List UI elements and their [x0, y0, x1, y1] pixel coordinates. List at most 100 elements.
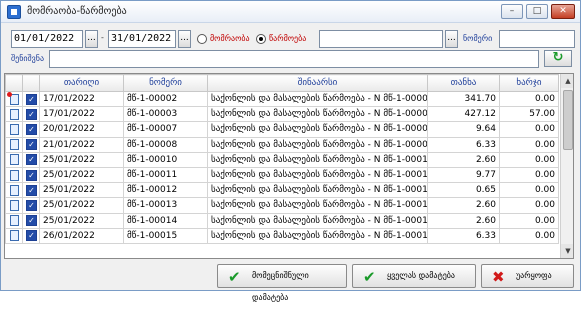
table-row[interactable]: ✓ 25/01/2022 მწ-1-00014 საქონლის და მასალებ… [5, 212, 559, 229]
document-icon [9, 199, 19, 211]
date-cell: 25/01/2022 [39, 212, 124, 229]
date-from-field[interactable]: 01/01/2022 [11, 30, 83, 48]
row-icon-cell [5, 227, 23, 244]
refresh-button[interactable]: ↻ [544, 50, 572, 67]
table-row[interactable]: ✓ 17/01/2022 მწ-1-00003 საქონლის და მასალებ… [5, 106, 559, 123]
content-cell: საქონლის და მასალების წარმოება - N მწ-1-… [207, 182, 428, 199]
table-row[interactable]: ✓ 21/01/2022 მწ-1-00008 საქონლის და მასალებ… [5, 136, 559, 153]
scroll-up-arrow-icon[interactable]: ▲ [561, 74, 573, 88]
production-picker-button[interactable]: ... [445, 30, 458, 48]
date-from-picker-button[interactable]: ... [85, 30, 98, 48]
content-cell: საქონლის და მასალების წარმოება - N მწ-1-… [207, 151, 428, 168]
scroll-thumb[interactable] [563, 90, 573, 150]
row-checkbox[interactable]: ✓ [26, 199, 37, 211]
cancel-button[interactable]: ✖ უარყოფა [481, 264, 574, 288]
content-cell: საქონლის და მასალების წარმოება - N მწ-1-… [207, 197, 428, 214]
scroll-down-arrow-icon[interactable]: ▼ [561, 244, 573, 258]
date-cell: 26/01/2022 [39, 227, 124, 244]
maximize-button[interactable]: □ [526, 4, 548, 19]
table-row[interactable]: ✓ 17/01/2022 მწ-1-00002 საქონლის და მასალებ… [5, 90, 559, 108]
number-cell: მწ-1-00015 [123, 227, 208, 244]
row-check-cell[interactable]: ✓ [22, 151, 40, 168]
content-cell: საქონლის და მასალების წარმოება - N მწ-1-… [207, 136, 428, 153]
cost-cell: 0.00 [499, 166, 559, 184]
add-marked-button[interactable]: ✔ მომეცნიშნული დამატება [217, 264, 347, 302]
table-row[interactable]: ✓ 25/01/2022 მწ-1-00011 საქონლის და მასალებ… [5, 166, 559, 184]
content-column-header[interactable]: შინაარსი [207, 74, 428, 92]
app-window: მომრაობა-წარმოება – □ ✕ 01/01/2022 ... -… [0, 0, 581, 302]
document-icon [6, 92, 19, 105]
content-cell: საქონლის და მასალების წარმოება - N მწ-1-… [207, 227, 428, 244]
content-cell: საქონლის და მასალების წარმოება - N მწ-1-… [207, 90, 428, 108]
check-column-header [22, 74, 40, 92]
row-check-cell[interactable]: ✓ [22, 136, 40, 153]
add-all-button[interactable]: ✔ ყველას დამატება [352, 264, 476, 288]
row-checkbox[interactable]: ✓ [26, 123, 37, 135]
production-radio-label: წარმოება [269, 34, 307, 43]
row-checkbox[interactable]: ✓ [26, 108, 37, 120]
cost-cell: 0.00 [499, 227, 559, 244]
add-all-label: ყველას დამატება [387, 271, 455, 280]
amount-cell: 6.33 [427, 136, 500, 153]
date-cell: 25/01/2022 [39, 151, 124, 168]
row-checkbox[interactable]: ✓ [26, 169, 37, 181]
date-to-field[interactable]: 31/01/2022 [108, 30, 176, 48]
number-cell: მწ-1-00007 [123, 121, 208, 138]
date-cell: 25/01/2022 [39, 182, 124, 199]
row-check-cell[interactable]: ✓ [22, 212, 40, 229]
row-checkbox[interactable]: ✓ [26, 215, 37, 227]
documents-table: თარიღი ნომერი შინაარსი თანხა ხარჯი ✓ 17/0… [5, 74, 559, 244]
date-column-header[interactable]: თარიღი [39, 74, 124, 92]
document-icon [9, 184, 19, 196]
cost-cell: 0.00 [499, 121, 559, 138]
amount-cell: 9.77 [427, 166, 500, 184]
number-field[interactable] [499, 30, 575, 48]
document-icon [9, 108, 19, 120]
document-icon [9, 169, 19, 181]
x-icon: ✖ [492, 268, 505, 286]
production-select-field[interactable] [319, 30, 443, 48]
row-checkbox[interactable]: ✓ [26, 93, 37, 105]
row-checkbox[interactable]: ✓ [26, 139, 37, 151]
movement-radio[interactable] [197, 34, 207, 44]
cost-cell: 57.00 [499, 106, 559, 123]
table-row[interactable]: ✓ 26/01/2022 მწ-1-00015 საქონლის და მასალებ… [5, 227, 559, 244]
checkmark-icon: ✔ [228, 268, 241, 286]
row-checkbox[interactable]: ✓ [26, 184, 37, 196]
row-checkbox[interactable]: ✓ [26, 154, 37, 166]
row-check-cell[interactable]: ✓ [22, 182, 40, 199]
amount-cell: 2.60 [427, 197, 500, 214]
date-to-picker-button[interactable]: ... [178, 30, 191, 48]
cost-column-header[interactable]: ხარჯი [499, 74, 559, 92]
row-checkbox[interactable]: ✓ [26, 230, 37, 242]
row-check-cell[interactable]: ✓ [22, 106, 40, 123]
amount-cell: 341.70 [427, 90, 500, 108]
date-cell: 25/01/2022 [39, 166, 124, 184]
row-check-cell[interactable]: ✓ [22, 227, 40, 244]
table-row[interactable]: ✓ 25/01/2022 მწ-1-00010 საქონლის და მასალებ… [5, 151, 559, 168]
close-button[interactable]: ✕ [551, 4, 575, 19]
amount-column-header[interactable]: თანხა [427, 74, 500, 92]
number-column-header[interactable]: ნომერი [123, 74, 208, 92]
row-icon-cell [5, 212, 23, 229]
app-icon [7, 5, 21, 19]
documents-grid: თარიღი ნომერი შინაარსი თანხა ხარჯი ✓ 17/0… [4, 73, 574, 259]
date-cell: 17/01/2022 [39, 90, 124, 108]
row-check-cell[interactable]: ✓ [22, 166, 40, 184]
row-check-cell[interactable]: ✓ [22, 197, 40, 214]
row-icon-cell [5, 166, 23, 184]
table-row[interactable]: ✓ 20/01/2022 მწ-1-00007 საქონლის და მასალებ… [5, 121, 559, 138]
minimize-button[interactable]: – [501, 4, 523, 19]
cost-cell: 0.00 [499, 136, 559, 153]
production-radio[interactable] [256, 34, 266, 44]
amount-cell: 0.65 [427, 182, 500, 199]
table-row[interactable]: ✓ 25/01/2022 მწ-1-00012 საქონლის და მასალებ… [5, 182, 559, 199]
cost-cell: 0.00 [499, 212, 559, 229]
table-row[interactable]: ✓ 25/01/2022 მწ-1-00013 საქონლის და მასალებ… [5, 197, 559, 214]
note-field[interactable] [49, 50, 539, 68]
row-check-cell[interactable]: ✓ [22, 121, 40, 138]
content-cell: საქონლის და მასალების წარმოება - N მწ-1-… [207, 166, 428, 184]
row-check-cell[interactable]: ✓ [22, 90, 40, 108]
cost-cell: 0.00 [499, 197, 559, 214]
vertical-scrollbar[interactable]: ▲ ▼ [560, 74, 573, 258]
